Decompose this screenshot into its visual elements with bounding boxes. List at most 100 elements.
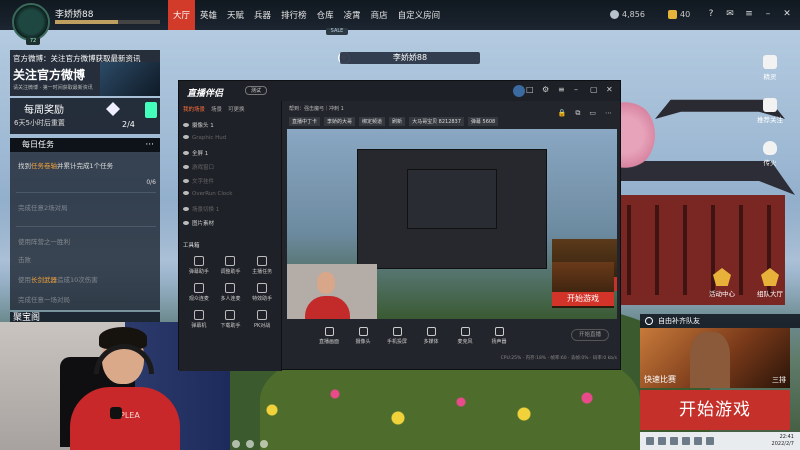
- match-mode-card[interactable]: 快速比赛 三排: [640, 328, 790, 388]
- tray-icon[interactable]: [682, 437, 690, 445]
- sprite-button[interactable]: 精灵: [755, 55, 785, 81]
- tool-audience-link[interactable]: 观众连麦: [183, 283, 215, 302]
- nav-lobby[interactable]: 大厅: [168, 0, 196, 30]
- streamer-name[interactable]: 李娇娇88: [340, 52, 480, 64]
- app-titlebar: 直播伴侣 测试 □ ⚙ ≡ – ▢ ✕: [179, 81, 620, 101]
- source-item[interactable]: 图片素材: [183, 219, 214, 227]
- eye-icon[interactable]: [183, 135, 189, 139]
- source-item[interactable]: 摄像头 1: [183, 121, 214, 129]
- info-chip[interactable]: 直播中丁卡: [289, 117, 321, 126]
- recommend-button[interactable]: 推荐关注: [755, 98, 785, 124]
- nav-weapons[interactable]: 兵器: [249, 0, 276, 30]
- menu-icon[interactable]: ≡: [744, 9, 754, 19]
- nav-storage[interactable]: 仓库: [312, 0, 339, 30]
- gold-currency[interactable]: 40: [668, 10, 690, 19]
- tool-adjust[interactable]: 调整助手: [215, 256, 247, 275]
- save-icon[interactable]: ▭: [589, 109, 596, 118]
- multimedia-button[interactable]: 多媒体: [417, 327, 445, 345]
- eye-icon[interactable]: [183, 221, 189, 225]
- live-screen-button[interactable]: 直播画面: [315, 327, 343, 345]
- tool-tasks[interactable]: 主播任务: [246, 256, 278, 275]
- task-row[interactable]: 找到任务卷轴并累计完成1个任务: [18, 160, 113, 170]
- message-icon[interactable]: □: [526, 86, 534, 94]
- task-row[interactable]: 使用长剑武器造成10次伤害: [18, 274, 98, 284]
- user-avatar[interactable]: 72: [12, 3, 50, 45]
- info-chip[interactable]: 刷新: [389, 117, 406, 126]
- tray-icon[interactable]: [232, 440, 240, 448]
- source-item[interactable]: 游戏窗口: [183, 163, 214, 171]
- source-item[interactable]: 文字挂件: [183, 177, 214, 185]
- tab-replaceable[interactable]: 可更换: [228, 105, 245, 113]
- tool-danmaku-machine[interactable]: 弹幕机: [183, 310, 215, 329]
- tray-icon[interactable]: [246, 440, 254, 448]
- source-item[interactable]: Graphic Hud: [183, 135, 226, 141]
- mini-start-button[interactable]: 开始游戏: [552, 292, 614, 306]
- source-item[interactable]: 全屏 1: [183, 149, 208, 157]
- silver-currency[interactable]: 4,856: [610, 10, 645, 19]
- copy-icon[interactable]: ⧉: [575, 109, 580, 118]
- tool-pk[interactable]: PK对战: [246, 310, 278, 329]
- eye-icon[interactable]: [183, 191, 189, 195]
- microphone-button[interactable]: 麦克风: [451, 327, 479, 345]
- weibo-banner[interactable]: 官方微博：关注官方微博获取最新资讯 关注官方微博 请关注微博 · 第一时间获取最…: [10, 50, 160, 96]
- mail-icon[interactable]: ✉: [725, 9, 735, 19]
- nav-custom-room[interactable]: 自定义房间: [393, 0, 446, 30]
- share-icon[interactable]: ⋯: [605, 109, 612, 118]
- task-row[interactable]: 使用阵营之一胜利: [18, 236, 70, 246]
- eye-icon[interactable]: [183, 165, 189, 169]
- tool-multi-link[interactable]: 多人连麦: [215, 283, 247, 302]
- task-row[interactable]: 完成任意2场对局: [18, 202, 68, 212]
- team-fill-toggle[interactable]: 自由补齐队友: [640, 314, 800, 328]
- nav-leaderboard[interactable]: 排行榜: [276, 0, 312, 30]
- camera-button[interactable]: 摄像头: [349, 327, 377, 345]
- phone-cast-button[interactable]: 手机投屏: [383, 327, 411, 345]
- eye-icon[interactable]: [183, 151, 189, 155]
- more-icon[interactable]: ···: [145, 138, 154, 152]
- nav-talents[interactable]: 天赋: [222, 0, 249, 30]
- pass-fire-button[interactable]: 传火: [755, 141, 785, 167]
- system-clock[interactable]: 22:41 2022/2/7: [772, 434, 794, 448]
- nav-shop[interactable]: 商店: [366, 0, 393, 30]
- tool-download[interactable]: 下载助手: [215, 310, 247, 329]
- tray-icon[interactable]: [260, 440, 268, 448]
- menu-icon[interactable]: ≡: [558, 86, 566, 94]
- start-live-button[interactable]: 开始直播: [571, 329, 609, 341]
- task-row[interactable]: 击败: [18, 254, 31, 264]
- tab-my-scene[interactable]: 我的场景: [183, 105, 205, 113]
- eye-icon[interactable]: [183, 179, 189, 183]
- speaker-button[interactable]: 扬声器: [485, 327, 513, 345]
- source-item[interactable]: OverRun Clock: [183, 191, 232, 197]
- lock-icon[interactable]: 🔒: [558, 109, 567, 118]
- tool-danmaku[interactable]: 弹幕助手: [183, 256, 215, 275]
- team-hall-button[interactable]: 组队大厅: [752, 268, 788, 298]
- minimize-icon[interactable]: –: [574, 86, 582, 94]
- tray-icon[interactable]: [694, 437, 702, 445]
- account-avatar[interactable]: [513, 85, 525, 97]
- check-circle-icon[interactable]: [645, 317, 653, 325]
- nav-badge: SALE: [326, 28, 348, 35]
- tray-icon[interactable]: [670, 437, 678, 445]
- tab-scene[interactable]: 场景: [211, 105, 222, 113]
- task-row[interactable]: 完成任意一场对局: [18, 294, 70, 304]
- team-size[interactable]: 三排: [772, 375, 786, 385]
- maximize-icon[interactable]: ▢: [590, 86, 598, 94]
- close-icon[interactable]: ✕: [782, 9, 792, 19]
- tray-icon[interactable]: [658, 437, 666, 445]
- close-icon[interactable]: ✕: [606, 86, 614, 94]
- start-game-button[interactable]: 开始游戏: [640, 390, 790, 430]
- nav-lingxiao[interactable]: 凌霄: [339, 0, 366, 30]
- help-icon[interactable]: ?: [706, 9, 716, 19]
- nav-heroes[interactable]: 英雄: [195, 0, 222, 30]
- minimize-icon[interactable]: –: [763, 9, 773, 19]
- eye-icon[interactable]: [183, 123, 189, 127]
- activity-center-button[interactable]: 活动中心: [704, 268, 740, 298]
- source-item[interactable]: 场景切换 1: [183, 205, 219, 213]
- settings-icon[interactable]: ⚙: [542, 86, 550, 94]
- tool-effects[interactable]: 特效助手: [246, 283, 278, 302]
- tray-icon[interactable]: [706, 437, 714, 445]
- tray-icon[interactable]: [646, 437, 654, 445]
- info-chip[interactable]: 李娇的大哥: [324, 117, 356, 126]
- weekly-reward-panel[interactable]: 每周奖励 6天5小时后重置 2/4: [10, 98, 160, 134]
- info-chip[interactable]: 绑定频道: [359, 117, 386, 126]
- eye-icon[interactable]: [183, 207, 189, 211]
